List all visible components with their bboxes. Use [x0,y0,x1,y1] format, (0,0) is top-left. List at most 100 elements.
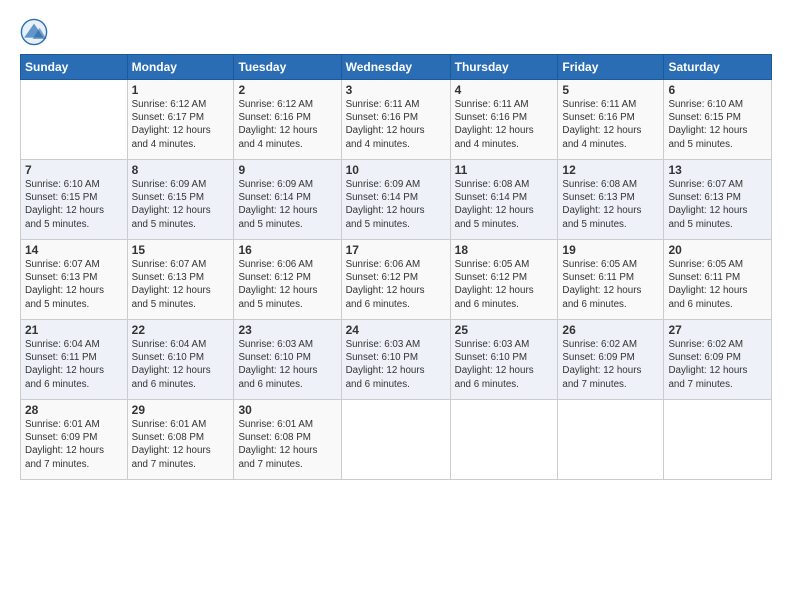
calendar-cell: 16 Sunrise: 6:06 AMSunset: 6:12 PMDaylig… [234,240,341,320]
calendar-cell: 4 Sunrise: 6:11 AMSunset: 6:16 PMDayligh… [450,80,558,160]
calendar-cell: 18 Sunrise: 6:05 AMSunset: 6:12 PMDaylig… [450,240,558,320]
calendar-cell [664,400,772,480]
day-number: 6 [668,83,767,97]
day-info: Sunrise: 6:10 AMSunset: 6:15 PMDaylight:… [668,99,747,150]
day-info: Sunrise: 6:01 AMSunset: 6:08 PMDaylight:… [132,419,211,470]
day-info: Sunrise: 6:11 AMSunset: 6:16 PMDaylight:… [562,99,641,150]
day-info: Sunrise: 6:12 AMSunset: 6:17 PMDaylight:… [132,99,211,150]
day-info: Sunrise: 6:01 AMSunset: 6:09 PMDaylight:… [25,419,104,470]
calendar-cell: 28 Sunrise: 6:01 AMSunset: 6:09 PMDaylig… [21,400,128,480]
calendar-cell: 29 Sunrise: 6:01 AMSunset: 6:08 PMDaylig… [127,400,234,480]
day-number: 5 [562,83,659,97]
calendar-cell: 7 Sunrise: 6:10 AMSunset: 6:15 PMDayligh… [21,160,128,240]
day-number: 26 [562,323,659,337]
day-number: 27 [668,323,767,337]
day-info: Sunrise: 6:05 AMSunset: 6:11 PMDaylight:… [668,259,747,310]
logo-icon [20,18,48,46]
day-number: 10 [346,163,446,177]
calendar-table: SundayMondayTuesdayWednesdayThursdayFrid… [20,54,772,480]
day-number: 7 [25,163,123,177]
calendar-cell: 10 Sunrise: 6:09 AMSunset: 6:14 PMDaylig… [341,160,450,240]
calendar-cell: 11 Sunrise: 6:08 AMSunset: 6:14 PMDaylig… [450,160,558,240]
day-info: Sunrise: 6:11 AMSunset: 6:16 PMDaylight:… [346,99,425,150]
calendar-cell: 30 Sunrise: 6:01 AMSunset: 6:08 PMDaylig… [234,400,341,480]
day-number: 12 [562,163,659,177]
day-info: Sunrise: 6:09 AMSunset: 6:14 PMDaylight:… [346,179,425,230]
day-number: 9 [238,163,336,177]
calendar-cell: 5 Sunrise: 6:11 AMSunset: 6:16 PMDayligh… [558,80,664,160]
calendar-cell: 21 Sunrise: 6:04 AMSunset: 6:11 PMDaylig… [21,320,128,400]
weekday-monday: Monday [127,55,234,80]
day-number: 22 [132,323,230,337]
day-info: Sunrise: 6:03 AMSunset: 6:10 PMDaylight:… [238,339,317,390]
calendar-cell: 2 Sunrise: 6:12 AMSunset: 6:16 PMDayligh… [234,80,341,160]
day-info: Sunrise: 6:09 AMSunset: 6:14 PMDaylight:… [238,179,317,230]
calendar-week-4: 21 Sunrise: 6:04 AMSunset: 6:11 PMDaylig… [21,320,772,400]
day-number: 1 [132,83,230,97]
calendar-week-3: 14 Sunrise: 6:07 AMSunset: 6:13 PMDaylig… [21,240,772,320]
calendar-cell: 20 Sunrise: 6:05 AMSunset: 6:11 PMDaylig… [664,240,772,320]
day-number: 30 [238,403,336,417]
day-info: Sunrise: 6:02 AMSunset: 6:09 PMDaylight:… [562,339,641,390]
day-info: Sunrise: 6:12 AMSunset: 6:16 PMDaylight:… [238,99,317,150]
day-number: 21 [25,323,123,337]
weekday-tuesday: Tuesday [234,55,341,80]
calendar-cell: 14 Sunrise: 6:07 AMSunset: 6:13 PMDaylig… [21,240,128,320]
calendar-cell: 26 Sunrise: 6:02 AMSunset: 6:09 PMDaylig… [558,320,664,400]
day-number: 19 [562,243,659,257]
day-info: Sunrise: 6:07 AMSunset: 6:13 PMDaylight:… [25,259,104,310]
calendar-cell: 24 Sunrise: 6:03 AMSunset: 6:10 PMDaylig… [341,320,450,400]
calendar-week-1: 1 Sunrise: 6:12 AMSunset: 6:17 PMDayligh… [21,80,772,160]
day-number: 17 [346,243,446,257]
logo [20,18,52,46]
day-number: 25 [455,323,554,337]
day-info: Sunrise: 6:08 AMSunset: 6:14 PMDaylight:… [455,179,534,230]
header [20,18,772,46]
weekday-header-row: SundayMondayTuesdayWednesdayThursdayFrid… [21,55,772,80]
day-number: 24 [346,323,446,337]
calendar-cell: 1 Sunrise: 6:12 AMSunset: 6:17 PMDayligh… [127,80,234,160]
day-info: Sunrise: 6:11 AMSunset: 6:16 PMDaylight:… [455,99,534,150]
calendar-cell [21,80,128,160]
day-info: Sunrise: 6:04 AMSunset: 6:11 PMDaylight:… [25,339,104,390]
day-info: Sunrise: 6:09 AMSunset: 6:15 PMDaylight:… [132,179,211,230]
day-number: 3 [346,83,446,97]
calendar-cell: 15 Sunrise: 6:07 AMSunset: 6:13 PMDaylig… [127,240,234,320]
day-number: 2 [238,83,336,97]
day-number: 29 [132,403,230,417]
day-number: 18 [455,243,554,257]
calendar-cell [341,400,450,480]
day-number: 8 [132,163,230,177]
calendar-cell: 12 Sunrise: 6:08 AMSunset: 6:13 PMDaylig… [558,160,664,240]
calendar-cell [450,400,558,480]
calendar-week-5: 28 Sunrise: 6:01 AMSunset: 6:09 PMDaylig… [21,400,772,480]
calendar-week-2: 7 Sunrise: 6:10 AMSunset: 6:15 PMDayligh… [21,160,772,240]
weekday-wednesday: Wednesday [341,55,450,80]
day-info: Sunrise: 6:05 AMSunset: 6:12 PMDaylight:… [455,259,534,310]
day-info: Sunrise: 6:10 AMSunset: 6:15 PMDaylight:… [25,179,104,230]
calendar-cell: 13 Sunrise: 6:07 AMSunset: 6:13 PMDaylig… [664,160,772,240]
weekday-sunday: Sunday [21,55,128,80]
day-info: Sunrise: 6:03 AMSunset: 6:10 PMDaylight:… [455,339,534,390]
day-number: 14 [25,243,123,257]
day-info: Sunrise: 6:05 AMSunset: 6:11 PMDaylight:… [562,259,641,310]
day-info: Sunrise: 6:03 AMSunset: 6:10 PMDaylight:… [346,339,425,390]
calendar-cell: 19 Sunrise: 6:05 AMSunset: 6:11 PMDaylig… [558,240,664,320]
day-info: Sunrise: 6:08 AMSunset: 6:13 PMDaylight:… [562,179,641,230]
day-number: 11 [455,163,554,177]
calendar-cell: 25 Sunrise: 6:03 AMSunset: 6:10 PMDaylig… [450,320,558,400]
calendar-cell: 22 Sunrise: 6:04 AMSunset: 6:10 PMDaylig… [127,320,234,400]
day-info: Sunrise: 6:02 AMSunset: 6:09 PMDaylight:… [668,339,747,390]
weekday-saturday: Saturday [664,55,772,80]
calendar-cell: 23 Sunrise: 6:03 AMSunset: 6:10 PMDaylig… [234,320,341,400]
day-info: Sunrise: 6:04 AMSunset: 6:10 PMDaylight:… [132,339,211,390]
weekday-friday: Friday [558,55,664,80]
calendar-cell [558,400,664,480]
calendar-cell: 27 Sunrise: 6:02 AMSunset: 6:09 PMDaylig… [664,320,772,400]
page: SundayMondayTuesdayWednesdayThursdayFrid… [0,0,792,612]
day-info: Sunrise: 6:06 AMSunset: 6:12 PMDaylight:… [238,259,317,310]
calendar-cell: 8 Sunrise: 6:09 AMSunset: 6:15 PMDayligh… [127,160,234,240]
calendar-cell: 9 Sunrise: 6:09 AMSunset: 6:14 PMDayligh… [234,160,341,240]
day-info: Sunrise: 6:07 AMSunset: 6:13 PMDaylight:… [132,259,211,310]
calendar-cell: 6 Sunrise: 6:10 AMSunset: 6:15 PMDayligh… [664,80,772,160]
